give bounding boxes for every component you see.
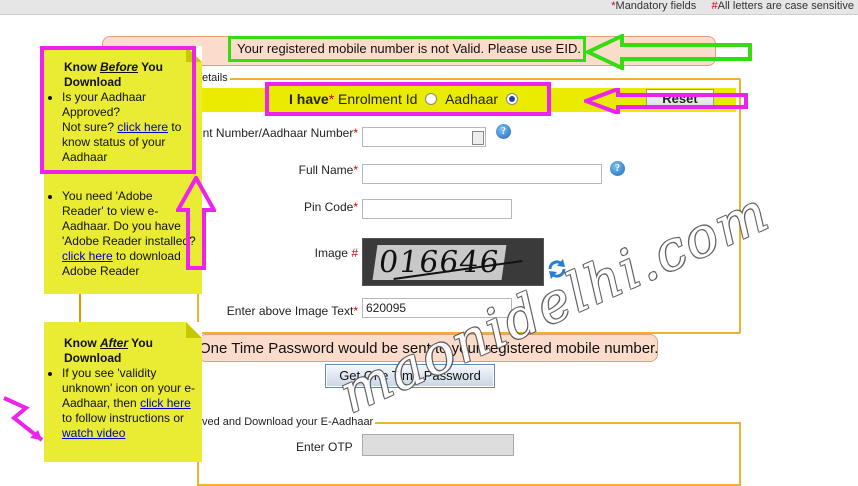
number-label-text: nt Number/Aadhaar Number <box>202 126 354 140</box>
id-type-selector: I have* Enrolment Id Aadhaar <box>265 82 551 116</box>
list-item: If you see 'validity unknown' icon on yo… <box>62 366 196 441</box>
adobe-reader-link[interactable]: click here <box>62 249 113 263</box>
otp-label: Enter OTP <box>296 440 353 454</box>
required-star: * <box>353 163 358 177</box>
connector-line <box>79 294 81 322</box>
aadhaar-number-input[interactable] <box>362 127 486 147</box>
required-star: * <box>353 200 358 214</box>
image-label-text: Image <box>314 246 348 260</box>
download-legend: ved and Download your E-Aadhaar <box>200 416 376 428</box>
image-text-label-text: Enter above Image Text <box>226 304 354 318</box>
keyboard-icon[interactable] <box>472 131 484 145</box>
alert-message: Your registered mobile number is not Val… <box>228 36 586 62</box>
captcha-text: 016646 <box>372 245 506 280</box>
item-text: to follow instructions or <box>62 411 185 425</box>
pincode-label: Pin Code* <box>200 200 358 214</box>
mandatory-fields-note: *Mandatory fields #All letters are case … <box>611 0 854 13</box>
validity-instructions-link[interactable]: click here <box>140 396 191 410</box>
help-icon[interactable]: ? <box>496 124 511 139</box>
details-legend: etails <box>200 72 230 84</box>
help-icon[interactable]: ? <box>610 161 625 176</box>
magenta-zigzag-annotation <box>3 396 44 442</box>
note-fold <box>186 322 202 338</box>
magenta-highlight-box <box>40 46 196 174</box>
captcha-image: 016646 <box>362 238 544 286</box>
have-label: I have <box>289 91 329 107</box>
full-name-input[interactable] <box>362 164 602 184</box>
green-arrow-annotation <box>586 34 752 70</box>
mandatory-text: Mandatory fields <box>615 0 697 12</box>
case-sensitive-mark: # <box>351 246 358 260</box>
option-aadhaar-label: Aadhaar <box>445 91 499 107</box>
required-star: * <box>353 304 358 318</box>
fullname-label: Full Name* <box>200 163 358 177</box>
fullname-label-text: Full Name <box>298 163 354 177</box>
magenta-arrow-annotation <box>584 88 748 114</box>
required-star: * <box>353 126 358 140</box>
title-emph: After <box>100 336 129 350</box>
radio-aadhaar[interactable] <box>505 93 518 105</box>
know-after-note: Know After You Download If you see 'vali… <box>44 322 202 462</box>
image-text-label: Enter above Image Text* <box>200 304 358 318</box>
option-enrolment-label: Enrolment Id <box>338 91 418 107</box>
otp-input[interactable] <box>362 434 514 456</box>
pin-code-input[interactable] <box>362 199 512 219</box>
have-star: * <box>328 91 335 107</box>
know-after-title: Know After You Download <box>46 336 196 366</box>
radio-enrolment[interactable] <box>425 93 438 105</box>
image-label: Image # <box>200 246 358 260</box>
case-sensitive-text: All letters are case sensitive <box>717 0 854 12</box>
watch-video-link[interactable]: watch video <box>62 426 125 440</box>
title-prefix: Know <box>64 336 100 350</box>
know-after-list: If you see 'validity unknown' icon on yo… <box>46 366 196 441</box>
magenta-up-arrow-annotation <box>176 176 216 270</box>
pincode-label-text: Pin Code <box>303 200 354 214</box>
top-bar: *Mandatory fields #All letters are case … <box>0 0 858 15</box>
number-label: nt Number/Aadhaar Number* <box>200 126 358 140</box>
